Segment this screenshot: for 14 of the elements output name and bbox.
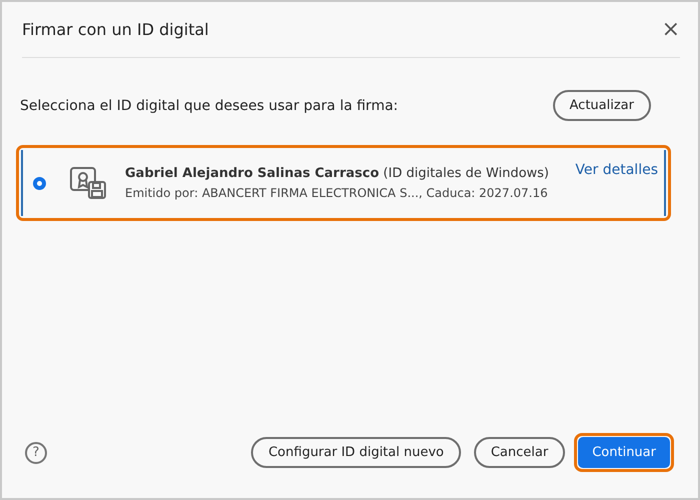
dialog-button[interactable]: Cancelar (474, 437, 566, 468)
close-button[interactable]: × (662, 18, 680, 40)
details-link[interactable]: Ver detalles (575, 162, 658, 178)
id-name: Gabriel Alejandro Salinas Carrasco (ID digitales de Windows) (125, 166, 550, 181)
id-details: Emitido por: ABANCERT FIRMA ELECTRONICA S..., Caduca: 2027.07.16 (125, 186, 549, 200)
radio-button[interactable] (33, 176, 46, 190)
dialog-button[interactable]: Configurar ID digital nuevo (251, 437, 461, 468)
help-button[interactable]: ? (25, 442, 47, 464)
continue-button[interactable]: Continuar (578, 437, 670, 468)
digital-id-item[interactable]: Gabriel Alejandro Salinas Carrasco (ID digitales de Windows) Emitido por: ABANCERT FIRMA ELECTRONICA S..., Caduca: 2027.07.16 Ver detalles (21, 150, 666, 216)
prompt-text: Selecciona el ID digital que desees usar para la firma: (20, 98, 398, 114)
dialog-title: Firmar con un ID digital (22, 20, 209, 39)
certificate-icon (69, 166, 107, 200)
refresh-button[interactable]: Actualizar (552, 90, 651, 121)
